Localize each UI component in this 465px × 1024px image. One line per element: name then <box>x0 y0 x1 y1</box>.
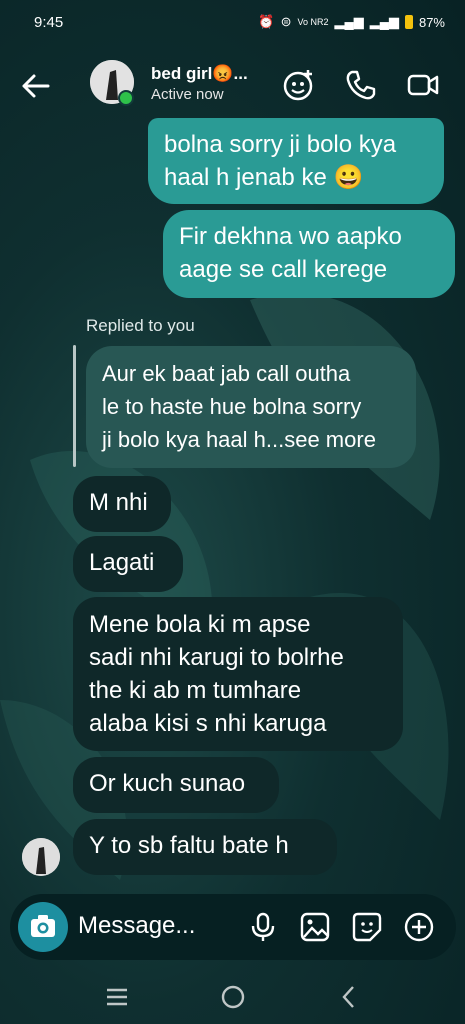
signal-icon: ▂▄▆ <box>334 14 364 29</box>
alarm-icon: ⏰ <box>258 14 275 29</box>
message-line: haal h jenab ke 😀 <box>164 164 364 191</box>
add-icon[interactable] <box>402 910 436 944</box>
chat-header: bed girl😡... Active now <box>0 50 465 122</box>
message-composer: Message... <box>10 894 456 960</box>
status-icons: ⏰ ⊜ Vo NR2 ▂▄▆ ▂▄▆ 87% <box>258 14 445 30</box>
status-bar: 9:45 ⏰ ⊜ Vo NR2 ▂▄▆ ▂▄▆ 87% <box>0 0 465 48</box>
home-icon[interactable] <box>218 982 248 1012</box>
data-saver-icon: ⊜ <box>280 14 292 29</box>
reply-quote-bar <box>73 345 76 467</box>
message-text: Or kuch sunao <box>89 770 246 797</box>
incoming-message[interactable]: Mene bola ki m apse sadi nhi karugi to b… <box>73 597 403 751</box>
message-input[interactable]: Message... <box>78 912 195 940</box>
contact-name[interactable]: bed girl😡... <box>151 64 248 84</box>
replied-to-you-label: Replied to you <box>86 316 195 335</box>
message-text: Y to sb faltu bate h <box>89 832 289 859</box>
effects-icon[interactable] <box>282 68 316 102</box>
gallery-icon[interactable] <box>298 910 332 944</box>
battery-icon <box>404 15 413 29</box>
outgoing-message[interactable]: Fir dekhna wo aapko aage se call kerege <box>163 210 455 298</box>
message-line: bolna sorry ji bolo kya <box>164 131 397 158</box>
message-text: M nhi <box>89 489 148 516</box>
message-line: sadi nhi karugi to bolrhe <box>89 644 344 671</box>
online-indicator <box>118 90 134 106</box>
reply-line: le to haste hue bolna sorry <box>102 394 362 419</box>
incoming-message[interactable]: Or kuch sunao <box>73 757 279 813</box>
camera-button[interactable] <box>18 902 68 952</box>
signal-icon-2: ▂▄▆ <box>369 14 399 29</box>
message-text: Lagati <box>89 549 155 576</box>
network-label: Vo NR2 <box>297 17 329 27</box>
recent-apps-icon[interactable] <box>102 982 132 1012</box>
reply-line: ji bolo kya haal h...see more <box>102 427 376 452</box>
incoming-message[interactable]: M nhi <box>73 476 171 532</box>
message-line: Mene bola ki m apse <box>89 611 311 638</box>
message-line: Fir dekhna wo aapko <box>179 223 402 250</box>
outgoing-message[interactable]: bolna sorry ji bolo kya haal h jenab ke … <box>148 118 444 204</box>
replied-message[interactable]: Aur ek baat jab call outha le to haste h… <box>86 346 416 468</box>
message-line: alaba kisi s nhi karuga <box>89 710 327 737</box>
system-navigation-bar <box>0 968 465 1024</box>
sticker-icon[interactable] <box>350 910 384 944</box>
microphone-icon[interactable] <box>246 910 280 944</box>
back-arrow-icon[interactable] <box>18 70 54 102</box>
back-nav-icon[interactable] <box>334 982 364 1012</box>
reply-line: Aur ek baat jab call outha <box>102 361 351 386</box>
camera-icon <box>31 915 55 937</box>
active-status: Active now <box>151 86 224 103</box>
sender-avatar-image <box>22 838 60 876</box>
status-time: 9:45 <box>34 14 64 31</box>
video-call-icon[interactable] <box>406 68 440 102</box>
message-line: aage se call kerege <box>179 256 388 283</box>
battery-percent: 87% <box>418 14 445 30</box>
phone-call-icon[interactable] <box>344 68 378 102</box>
incoming-message[interactable]: Y to sb faltu bate h <box>73 819 337 875</box>
incoming-message[interactable]: Lagati <box>73 536 183 592</box>
sender-avatar[interactable] <box>22 838 60 876</box>
message-line: the ki ab m tumhare <box>89 677 302 704</box>
